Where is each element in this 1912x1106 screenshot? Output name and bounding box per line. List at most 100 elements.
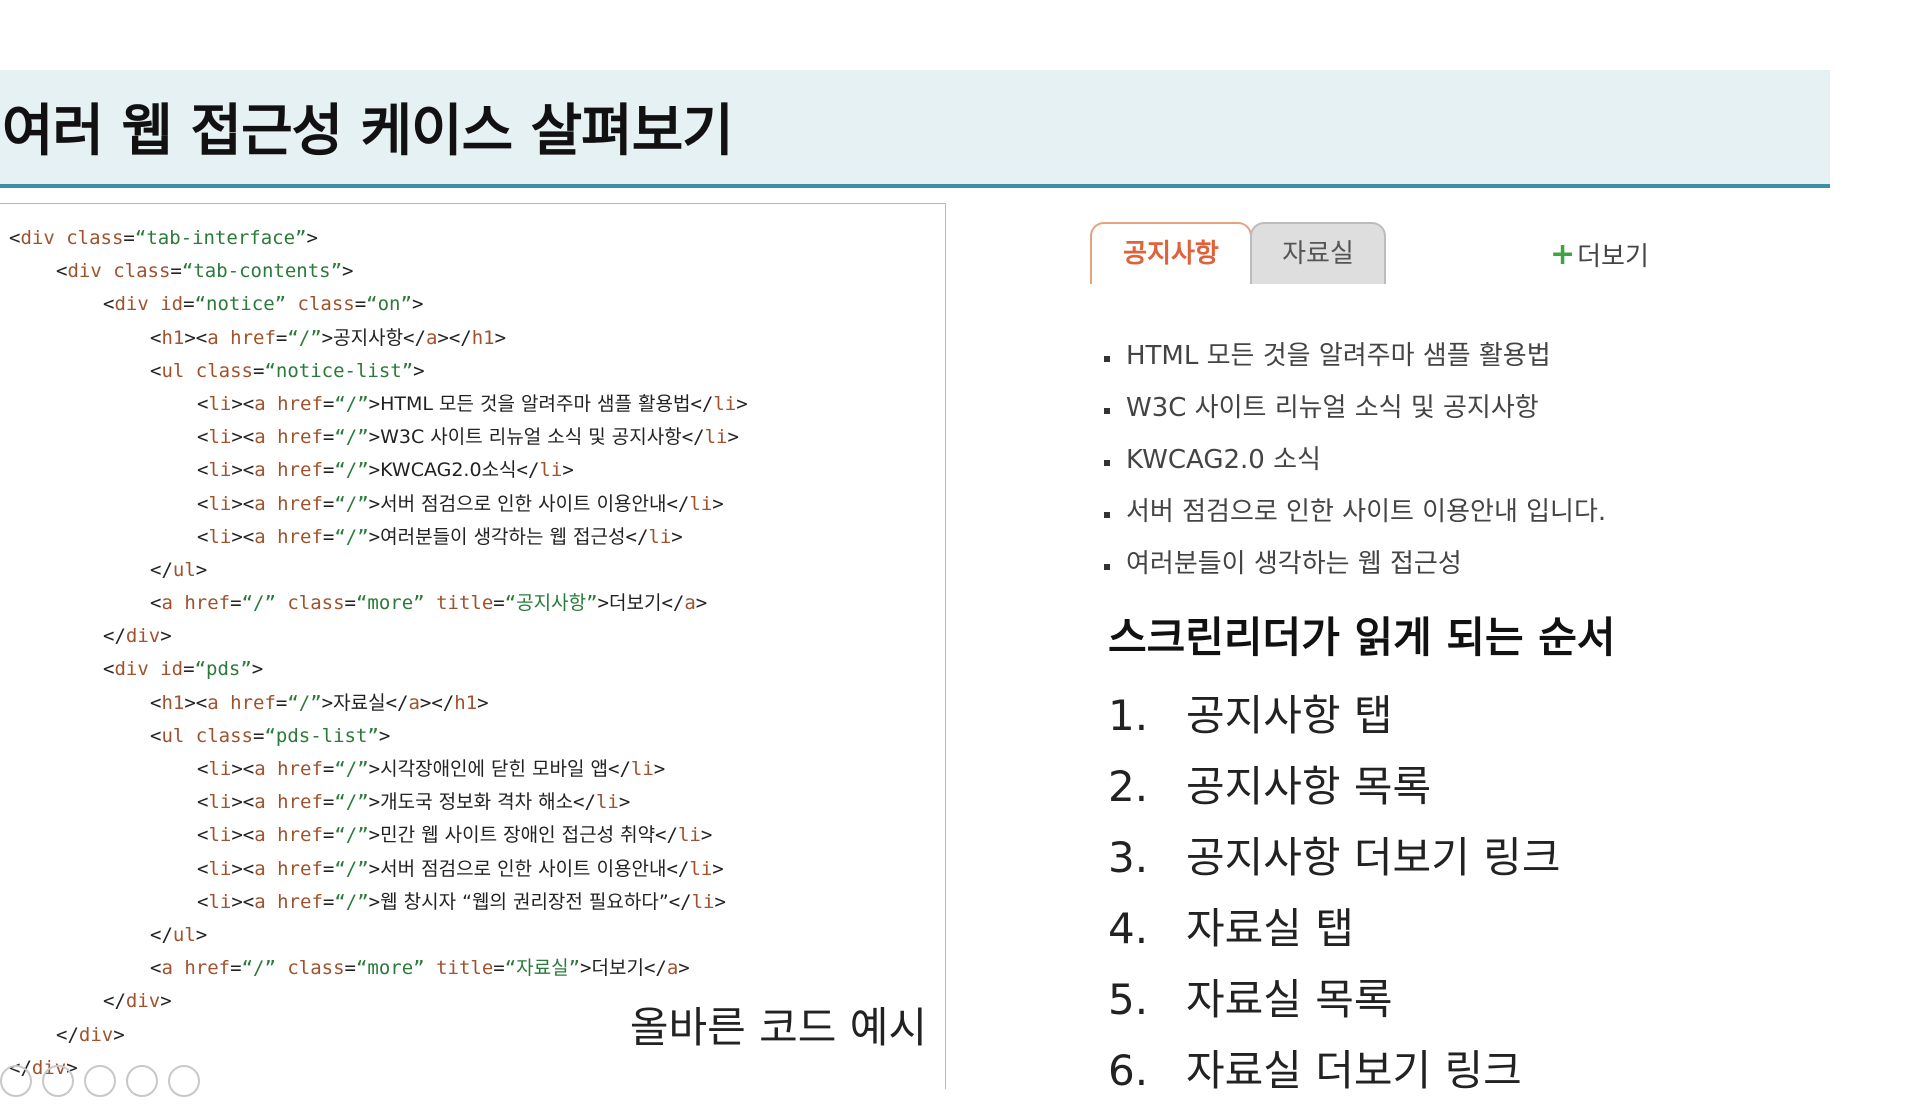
code-token: href	[265, 890, 323, 913]
code-line: <a href=“/” class=“more” title=“자료실”>더보기…	[9, 952, 748, 985]
code-token: >	[653, 758, 666, 780]
code-token: </	[661, 592, 685, 615]
code-token: href	[265, 459, 323, 482]
code-token: >	[671, 525, 683, 548]
code-token: 서버 점검으로 인한 사이트 이용안내	[380, 492, 667, 515]
code-token: =	[275, 326, 288, 349]
code-token: </	[643, 957, 667, 980]
code-token: div	[78, 1023, 114, 1046]
code-token: “/”	[334, 525, 369, 548]
code-token: </	[690, 392, 714, 415]
code-token: >	[368, 392, 381, 415]
code-token: a	[254, 392, 266, 415]
code-token: href	[265, 824, 323, 847]
code-token: “more”	[355, 957, 425, 980]
code-token: href	[218, 691, 276, 714]
code-token: >	[368, 824, 381, 847]
more-link[interactable]: + 더보기	[1550, 236, 1649, 273]
code-token: title	[424, 592, 494, 615]
code-token: <	[197, 758, 209, 780]
code-token: </	[150, 558, 173, 581]
tab-pds[interactable]: 자료실	[1250, 222, 1386, 284]
bullet-icon	[1104, 408, 1110, 414]
code-token: ><	[231, 857, 255, 880]
code-token: a	[666, 957, 679, 980]
code-token: “/”	[241, 957, 276, 980]
code-token: >	[580, 957, 592, 980]
list-item[interactable]: 서버 점검으로 인한 사이트 이용안내 입니다.	[1090, 486, 1606, 538]
order-number: 2.	[1108, 762, 1149, 811]
code-line: <li><a href=“/”>웹 창시자 “웹의 권리장전 필요하다”</li…	[9, 886, 748, 919]
code-token: >	[411, 293, 424, 316]
code-token: “notice-list”	[264, 359, 414, 382]
more-options-icon[interactable]	[168, 1065, 200, 1097]
order-number: 6.	[1108, 1046, 1149, 1095]
code-token: =	[322, 791, 335, 814]
code-token: a	[408, 691, 420, 714]
code-token: “pds”	[194, 658, 252, 681]
code-line: <li><a href=“/”>개도국 정보화 격차 해소</li>	[9, 786, 748, 819]
code-token: div	[67, 260, 102, 283]
code-token: class	[275, 592, 345, 615]
code-token: <	[56, 260, 68, 283]
code-token: href	[265, 392, 323, 415]
code-token: </	[103, 990, 126, 1013]
code-token: “tab-contents”	[181, 260, 343, 283]
reading-order-list: 1. 공지사항 탭 2. 공지사항 목록 3. 공지사항 더보기 링크 4. 자료실 탭…	[1108, 680, 1560, 1106]
code-line: <li><a href=“/”>KWCAG2.0소식</li>	[9, 454, 748, 487]
code-line: <li><a href=“/”>HTML 모든 것을 알려주마 샘플 활용법</…	[9, 388, 748, 421]
code-token: =	[183, 293, 195, 316]
list-item[interactable]: 여러분들이 생각하는 웹 접근성	[1090, 538, 1606, 590]
plus-icon: +	[1550, 236, 1576, 272]
slideshow-toolbar	[0, 1065, 200, 1097]
code-token: ><	[184, 691, 208, 714]
code-token: a	[207, 691, 219, 714]
code-token: =	[123, 227, 135, 249]
pen-icon[interactable]	[0, 1065, 32, 1097]
code-token: class	[184, 359, 253, 382]
slide-title-bar: 여러 웹 접근성 케이스 살펴보기	[0, 70, 1830, 188]
code-token: href	[265, 426, 323, 449]
list-item[interactable]: KWCAG2.0 소식	[1090, 434, 1606, 486]
code-token: >	[342, 260, 354, 283]
code-token: >	[321, 326, 334, 349]
list-item[interactable]: HTML 모든 것을 알려주마 샘플 활용법	[1090, 330, 1606, 382]
code-token: “/”	[334, 392, 369, 415]
code-token: =	[183, 658, 195, 681]
code-token: href	[265, 492, 323, 515]
slides-icon[interactable]	[42, 1065, 74, 1097]
code-token: href	[218, 326, 276, 349]
code-token: >	[736, 392, 748, 415]
notice-item-label: KWCAG2.0 소식	[1126, 445, 1321, 475]
code-token: href	[172, 957, 231, 980]
code-token: >	[160, 625, 172, 648]
zoom-icon[interactable]	[84, 1065, 116, 1097]
slide-title: 여러 웹 접근성 케이스 살펴보기	[2, 99, 734, 164]
code-token: “/”	[334, 824, 369, 847]
code-token: div	[114, 293, 149, 316]
code-token: 더보기	[591, 957, 644, 980]
code-token: <	[150, 359, 162, 382]
reading-order-item: 2. 공지사항 목록	[1108, 751, 1560, 822]
code-token: class	[275, 957, 345, 980]
tab-notice[interactable]: 공지사항	[1090, 222, 1252, 284]
code-token: id	[148, 658, 184, 681]
subtitle-icon[interactable]	[126, 1065, 158, 1097]
code-token: “자료실”	[504, 957, 581, 980]
code-token: li	[689, 492, 713, 515]
order-number: 3.	[1108, 833, 1149, 882]
code-token: =	[322, 426, 335, 449]
code-line: <h1><a href=“/”>공지사항</a></h1>	[9, 322, 748, 355]
code-line: <div id=“notice” class=“on”>	[9, 288, 748, 321]
code-token: </	[655, 824, 678, 847]
code-token: “/”	[287, 691, 322, 714]
code-token: HTML 모든 것을 알려주마 샘플 활용법	[380, 392, 691, 415]
code-token: a	[254, 791, 266, 814]
code-token: ><	[231, 525, 255, 548]
code-token: “more”	[355, 592, 425, 615]
code-token: =	[322, 459, 335, 482]
code-token: 개도국 정보화 격차 해소	[380, 791, 574, 814]
code-token: >	[368, 857, 381, 880]
list-item[interactable]: W3C 사이트 리뉴얼 소식 및 공지사항	[1090, 382, 1606, 434]
tab-bar: 공지사항 자료실 + 더보기	[1090, 220, 1850, 284]
